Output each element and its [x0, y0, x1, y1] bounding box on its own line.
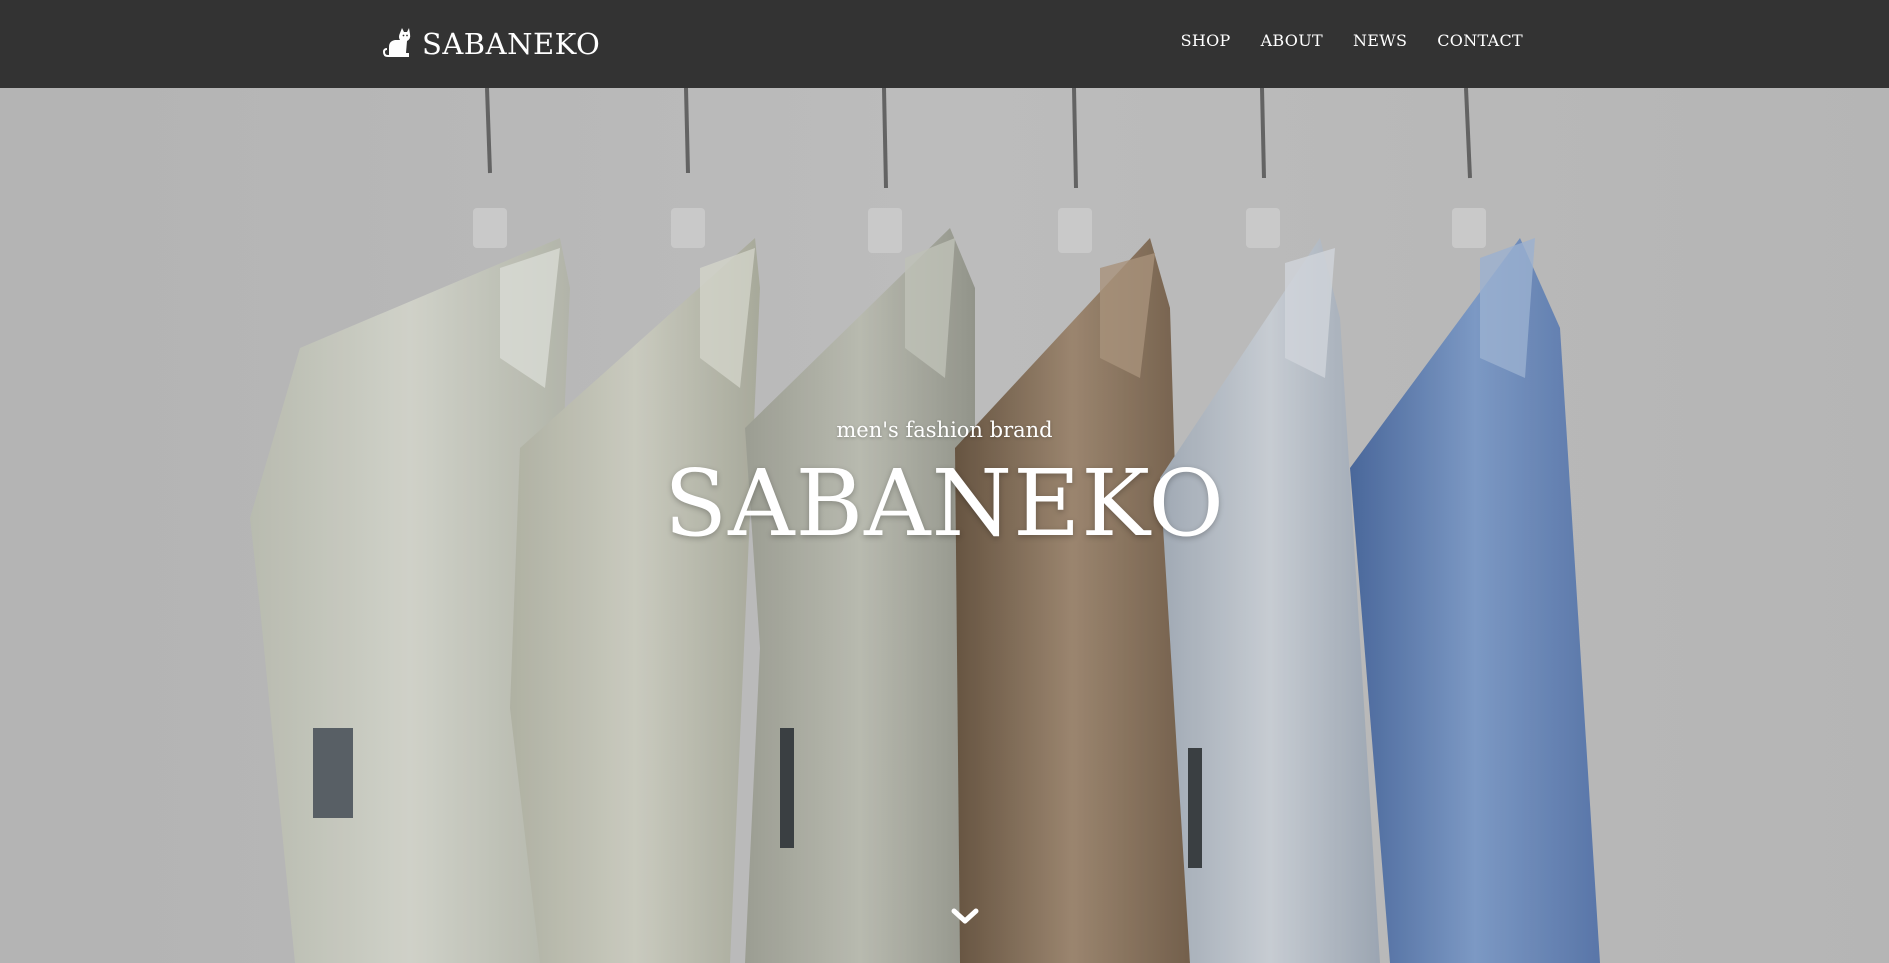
hero-subtitle: men's fashion brand — [836, 418, 1053, 442]
site-header: SABANEKO SHOP ABOUT NEWS CONTACT — [0, 0, 1889, 88]
nav-contact[interactable]: CONTACT — [1437, 31, 1523, 50]
logo-link[interactable]: SABANEKO — [380, 26, 600, 62]
main-nav: SHOP ABOUT NEWS CONTACT — [1181, 31, 1523, 50]
nav-shop[interactable]: SHOP — [1181, 31, 1231, 50]
nav-news[interactable]: NEWS — [1353, 31, 1407, 50]
nav-about[interactable]: ABOUT — [1261, 31, 1323, 50]
hero-section: men's fashion brand SABANEKO — [0, 88, 1889, 963]
cat-icon — [383, 28, 411, 57]
hero-title: SABANEKO — [664, 450, 1225, 557]
chevron-down-icon[interactable] — [950, 906, 980, 928]
logo-text: SABANEKO — [422, 27, 601, 61]
